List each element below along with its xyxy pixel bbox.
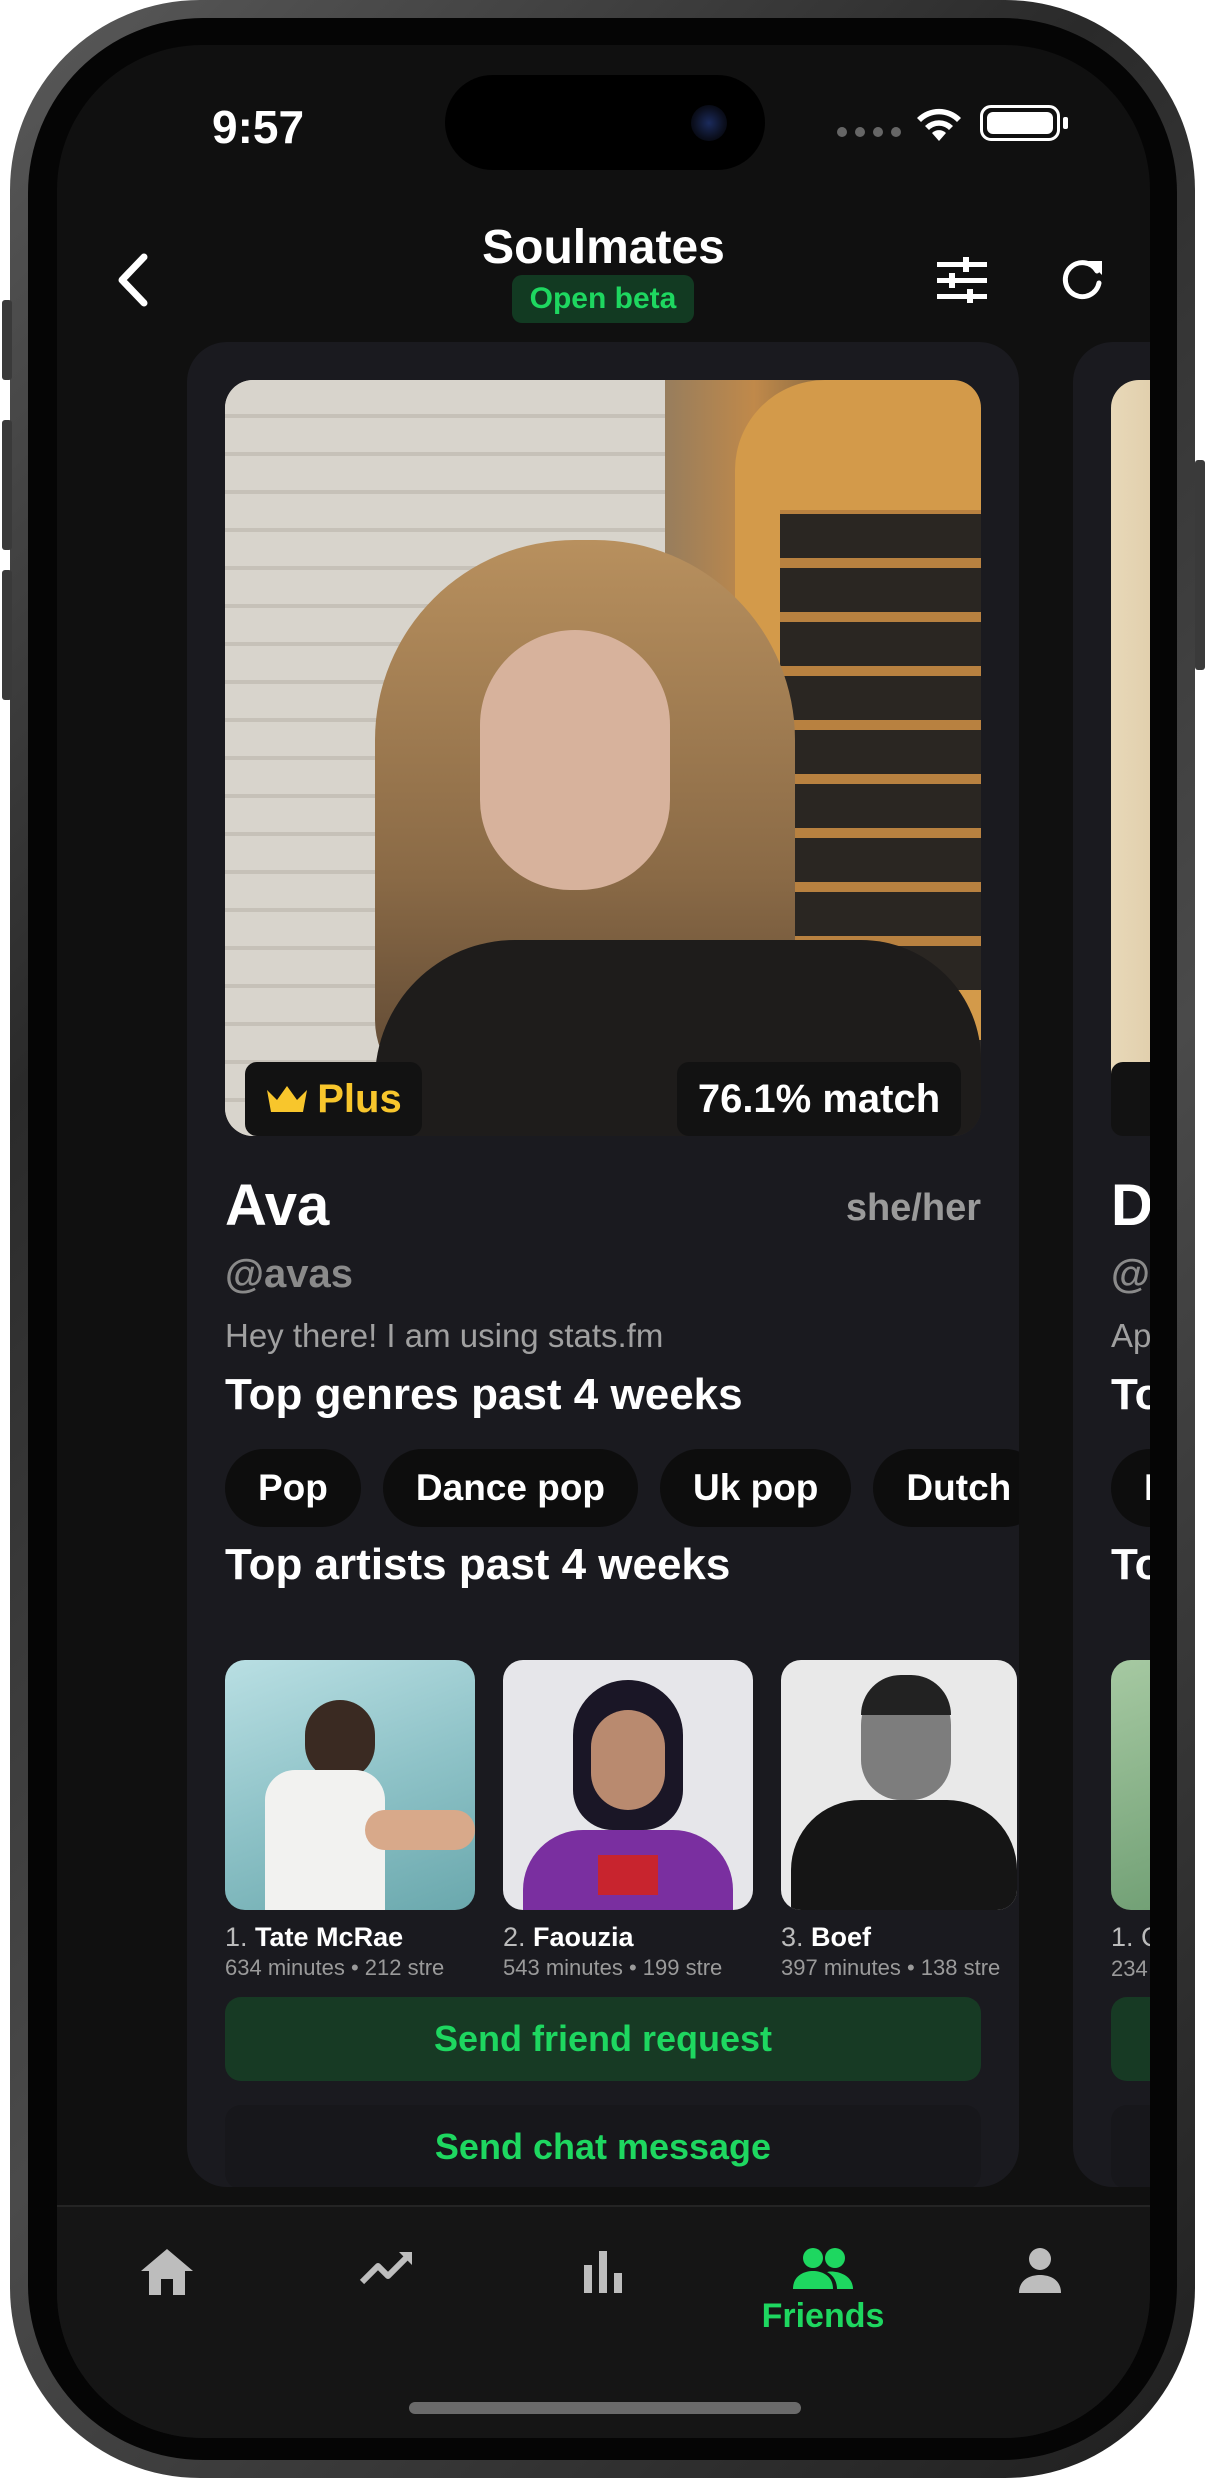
- next-top-genres-title: To: [1111, 1370, 1150, 1419]
- nav-profile[interactable]: [950, 2247, 1130, 2367]
- next-profile-bio: Ap: [1111, 1317, 1150, 1354]
- artist-stats: 397 minutes • 138 stre: [781, 1955, 1001, 1980]
- refresh-button[interactable]: [1047, 245, 1117, 315]
- artist-image: [225, 1660, 475, 1910]
- battery-nub: [1063, 117, 1068, 129]
- genre-chip[interactable]: Pop: [225, 1449, 361, 1527]
- volume-down-button: [2, 570, 12, 700]
- artist-name: Faouzia: [533, 1922, 634, 1952]
- next-profile-username: @: [1111, 1252, 1150, 1296]
- next-plus-badge: [1111, 1062, 1150, 1136]
- home-indicator: [409, 2402, 801, 2414]
- artist-rank: 1.: [225, 1922, 248, 1952]
- soulmate-card[interactable]: Plus 76.1% match Ava she/her @avas Hey t…: [187, 342, 1019, 2187]
- next-artist-rank: 1. C: [1111, 1922, 1150, 1952]
- send-friend-request-button[interactable]: Send friend request: [225, 1997, 981, 2081]
- friends-icon: [793, 2248, 853, 2289]
- next-artist-stats: 234: [1111, 1956, 1148, 1981]
- artist-name: Boef: [811, 1922, 872, 1952]
- wifi-icon: [917, 108, 961, 141]
- app-screen: 9:57 Soulmates Open beta Plus 76.1% matc…: [57, 45, 1150, 2438]
- artist-rank: 2.: [503, 1922, 526, 1952]
- artist-list: 1. Tate McRae 634 minutes • 212 stre 2. …: [225, 1660, 1017, 1981]
- artist-stats: 634 minutes • 212 stre: [225, 1955, 445, 1980]
- artist-image: [781, 1660, 1017, 1910]
- next-send-friend-request-button[interactable]: [1111, 1997, 1150, 2081]
- battery-icon: [980, 105, 1060, 141]
- top-genres-title: Top genres past 4 weeks: [225, 1370, 743, 1419]
- nav-stats[interactable]: [513, 2247, 693, 2367]
- artist-item[interactable]: 1. Tate McRae 634 minutes • 212 stre: [225, 1660, 475, 1981]
- nav-home[interactable]: [77, 2247, 257, 2367]
- mute-switch: [2, 300, 12, 380]
- status-time: 9:57: [212, 101, 305, 153]
- genre-chip[interactable]: Dance pop: [382, 1449, 639, 1527]
- profile-pronouns: she/her: [845, 1187, 981, 1229]
- next-profile-name: D: [1111, 1173, 1150, 1238]
- send-chat-message-button[interactable]: Send chat message: [225, 2105, 981, 2187]
- crown-icon: [267, 1086, 308, 1112]
- stats-icon: [584, 2251, 622, 2293]
- next-genre-chip[interactable]: F: [1111, 1449, 1150, 1527]
- next-send-chat-message-button[interactable]: [1111, 2105, 1150, 2187]
- profile-icon: [1019, 2248, 1061, 2293]
- next-profile-photo: [1111, 380, 1150, 1136]
- power-button: [1195, 460, 1205, 670]
- next-genre-chip-label: F: [1144, 1467, 1150, 1509]
- profile-photo: [225, 380, 981, 1136]
- home-icon: [141, 2249, 193, 2295]
- next-soulmate-card[interactable]: D @ Ap To F To 1. C 234: [1073, 342, 1150, 2187]
- filter-button[interactable]: [927, 245, 997, 315]
- artist-stats: 543 minutes • 199 stre: [503, 1955, 723, 1980]
- next-top-artists-title: To: [1111, 1540, 1150, 1589]
- volume-up-button: [2, 420, 12, 550]
- match-badge: 76.1% match: [677, 1062, 961, 1136]
- profile-name: Ava: [225, 1173, 330, 1238]
- next-artist-image: [1111, 1660, 1150, 1910]
- refresh-icon: [1062, 260, 1102, 300]
- artist-item[interactable]: 3. Boef 397 minutes • 138 stre: [781, 1660, 1017, 1981]
- artist-rank: 3.: [781, 1922, 804, 1952]
- top-artists-title: Top artists past 4 weeks: [225, 1540, 731, 1589]
- profile-username: @avas: [225, 1252, 353, 1296]
- artist-name: Tate McRae: [255, 1922, 404, 1952]
- dynamic-island: [445, 75, 765, 170]
- plus-badge: Plus: [245, 1062, 422, 1136]
- sliders-icon: [937, 257, 987, 303]
- nav-friends-label: Friends: [761, 2297, 885, 2335]
- artist-item[interactable]: 2. Faouzia 543 minutes • 199 stre: [503, 1660, 753, 1981]
- plus-label: Plus: [317, 1076, 402, 1121]
- artist-image: [503, 1660, 753, 1910]
- genre-chip[interactable]: Dutch: [873, 1449, 1019, 1527]
- open-beta-badge: Open beta: [512, 275, 694, 323]
- genre-chip-list: Pop Dance pop Uk pop Dutch: [225, 1449, 1019, 1527]
- signal-icon: [837, 127, 901, 137]
- profile-bio: Hey there! I am using stats.fm: [225, 1317, 664, 1354]
- front-camera: [691, 105, 727, 141]
- trending-icon: [359, 2252, 412, 2285]
- genre-chip[interactable]: Uk pop: [660, 1449, 852, 1527]
- nav-friends[interactable]: Friends: [733, 2247, 913, 2367]
- nav-trending[interactable]: [297, 2247, 477, 2367]
